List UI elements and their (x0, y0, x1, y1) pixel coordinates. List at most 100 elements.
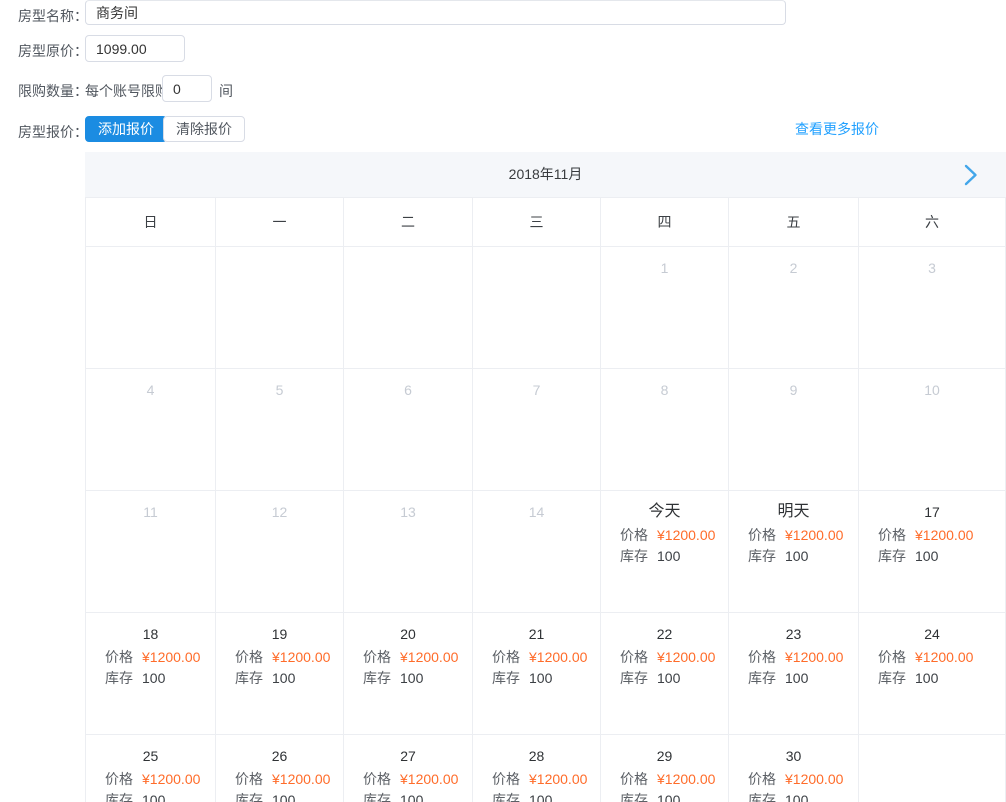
calendar-day-cell: 4 (86, 369, 216, 491)
price-calendar: 2018年11月 日一二三四五六 1234567891011121314今天价格… (85, 152, 1006, 802)
day-label: 2 (729, 257, 858, 279)
calendar-day-cell[interactable]: 18价格¥1200.00库存100 (86, 613, 216, 735)
stock-row: 库存100 (235, 790, 343, 802)
room-quote-label: 房型报价： (18, 122, 88, 142)
stock-row: 库存100 (748, 546, 858, 567)
day-label: 5 (216, 379, 343, 401)
calendar-day-cell[interactable]: 29价格¥1200.00库存100 (601, 735, 729, 802)
day-label: 18 (86, 623, 215, 645)
calendar-day-cell[interactable]: 30价格¥1200.00库存100 (729, 735, 859, 802)
calendar-day-cell (473, 247, 601, 369)
room-name-label: 房型名称： (18, 6, 88, 26)
day-label: 30 (729, 745, 858, 767)
add-quote-button[interactable]: 添加报价 (85, 116, 167, 142)
chevron-right-icon (964, 164, 978, 186)
day-label: 23 (729, 623, 858, 645)
stock-row: 库存100 (105, 668, 215, 689)
day-label: 4 (86, 379, 215, 401)
day-label: 14 (473, 501, 600, 523)
day-label: 10 (859, 379, 1005, 401)
weekday-header: 三 (473, 198, 601, 247)
stock-row: 库存100 (363, 668, 472, 689)
weekday-header: 日 (86, 198, 216, 247)
day-label: 25 (86, 745, 215, 767)
calendar-day-cell: 11 (86, 491, 216, 613)
weekday-header: 五 (729, 198, 859, 247)
purchase-limit-prefix: 每个账号限购 (85, 81, 169, 101)
price-row: 价格¥1200.00 (620, 769, 728, 790)
next-month-button[interactable] (964, 152, 978, 197)
price-row: 价格¥1200.00 (235, 769, 343, 790)
purchase-limit-input[interactable] (162, 75, 212, 102)
calendar-day-cell: 14 (473, 491, 601, 613)
price-row: 价格¥1200.00 (878, 525, 1005, 546)
calendar-day-cell[interactable]: 21价格¥1200.00库存100 (473, 613, 601, 735)
day-label: 21 (473, 623, 600, 645)
price-row: 价格¥1200.00 (363, 647, 472, 668)
calendar-day-cell[interactable]: 24价格¥1200.00库存100 (859, 613, 1006, 735)
stock-row: 库存100 (620, 668, 728, 689)
calendar-week-row: 45678910 (86, 369, 1006, 491)
calendar-day-cell[interactable]: 22价格¥1200.00库存100 (601, 613, 729, 735)
purchase-limit-label: 限购数量： (18, 81, 88, 101)
price-row: 价格¥1200.00 (748, 769, 858, 790)
calendar-day-cell (344, 247, 473, 369)
room-price-input[interactable] (85, 35, 185, 62)
calendar-day-cell: 1 (601, 247, 729, 369)
day-label: 6 (344, 379, 472, 401)
calendar-day-cell[interactable]: 26价格¥1200.00库存100 (216, 735, 344, 802)
price-row: 价格¥1200.00 (105, 647, 215, 668)
calendar-day-cell: 8 (601, 369, 729, 491)
stock-row: 库存100 (620, 546, 728, 567)
calendar-day-cell[interactable]: 今天价格¥1200.00库存100 (601, 491, 729, 613)
stock-row: 库存100 (363, 790, 472, 802)
calendar-day-cell[interactable]: 25价格¥1200.00库存100 (86, 735, 216, 802)
price-row: 价格¥1200.00 (492, 647, 600, 668)
calendar-day-cell: 7 (473, 369, 601, 491)
stock-row: 库存100 (235, 668, 343, 689)
day-label: 13 (344, 501, 472, 523)
day-label: 28 (473, 745, 600, 767)
day-label: 9 (729, 379, 858, 401)
calendar-day-cell[interactable]: 20价格¥1200.00库存100 (344, 613, 473, 735)
calendar-day-cell: 9 (729, 369, 859, 491)
day-label: 24 (859, 623, 1005, 645)
stock-row: 库存100 (748, 668, 858, 689)
calendar-day-cell (859, 735, 1006, 802)
price-row: 价格¥1200.00 (620, 525, 728, 546)
stock-row: 库存100 (748, 790, 858, 802)
price-row: 价格¥1200.00 (748, 525, 858, 546)
day-label: 26 (216, 745, 343, 767)
price-row: 价格¥1200.00 (748, 647, 858, 668)
calendar-week-row: 18价格¥1200.00库存10019价格¥1200.00库存10020价格¥1… (86, 613, 1006, 735)
day-label: 17 (859, 501, 1005, 523)
day-label: 7 (473, 379, 600, 401)
calendar-weekday-row: 日一二三四五六 (86, 198, 1006, 247)
calendar-day-cell[interactable]: 23价格¥1200.00库存100 (729, 613, 859, 735)
day-label: 今天 (601, 501, 728, 523)
calendar-day-cell[interactable]: 19价格¥1200.00库存100 (216, 613, 344, 735)
calendar-day-cell[interactable]: 27价格¥1200.00库存100 (344, 735, 473, 802)
calendar-day-cell: 6 (344, 369, 473, 491)
calendar-header: 2018年11月 (85, 152, 1006, 197)
clear-quote-button[interactable]: 清除报价 (163, 116, 245, 142)
calendar-week-row: 11121314今天价格¥1200.00库存100明天价格¥1200.00库存1… (86, 491, 1006, 613)
day-label: 22 (601, 623, 728, 645)
stock-row: 库存100 (878, 668, 1005, 689)
price-row: 价格¥1200.00 (620, 647, 728, 668)
calendar-body: 1234567891011121314今天价格¥1200.00库存100明天价格… (86, 247, 1006, 802)
price-row: 价格¥1200.00 (363, 769, 472, 790)
calendar-day-cell: 12 (216, 491, 344, 613)
calendar-day-cell[interactable]: 17价格¥1200.00库存100 (859, 491, 1006, 613)
calendar-day-cell[interactable]: 明天价格¥1200.00库存100 (729, 491, 859, 613)
stock-row: 库存100 (620, 790, 728, 802)
calendar-table: 日一二三四五六 1234567891011121314今天价格¥1200.00库… (85, 197, 1006, 802)
room-price-label: 房型原价： (18, 41, 88, 61)
weekday-header: 一 (216, 198, 344, 247)
calendar-day-cell: 13 (344, 491, 473, 613)
view-more-quotes-link[interactable]: 查看更多报价 (795, 119, 879, 139)
room-name-input[interactable] (85, 0, 786, 25)
room-quote-page: 房型名称： 房型原价： 限购数量： 每个账号限购 间 房型报价： 添加报价 清除… (0, 0, 1006, 802)
calendar-day-cell[interactable]: 28价格¥1200.00库存100 (473, 735, 601, 802)
price-row: 价格¥1200.00 (105, 769, 215, 790)
